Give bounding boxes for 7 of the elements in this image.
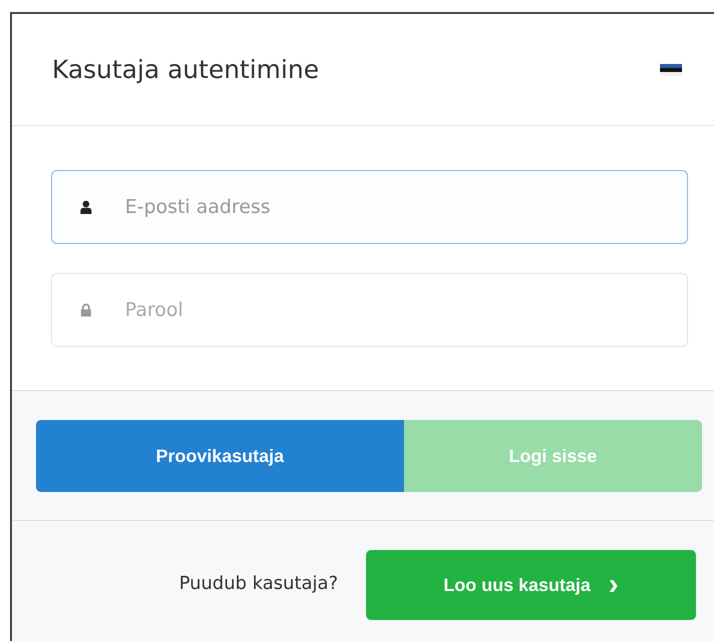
panel-title: Kasutaja autentimine [52,55,319,84]
create-account-button[interactable]: Loo uus kasutaja › [366,550,696,620]
trial-user-button[interactable]: Proovikasutaja [36,420,404,492]
no-account-text: Puudub kasutaja? [179,573,338,594]
email-field[interactable]: E-posti aadress [51,170,688,244]
flag-icon [660,64,682,76]
password-field[interactable]: Parool [51,273,688,347]
